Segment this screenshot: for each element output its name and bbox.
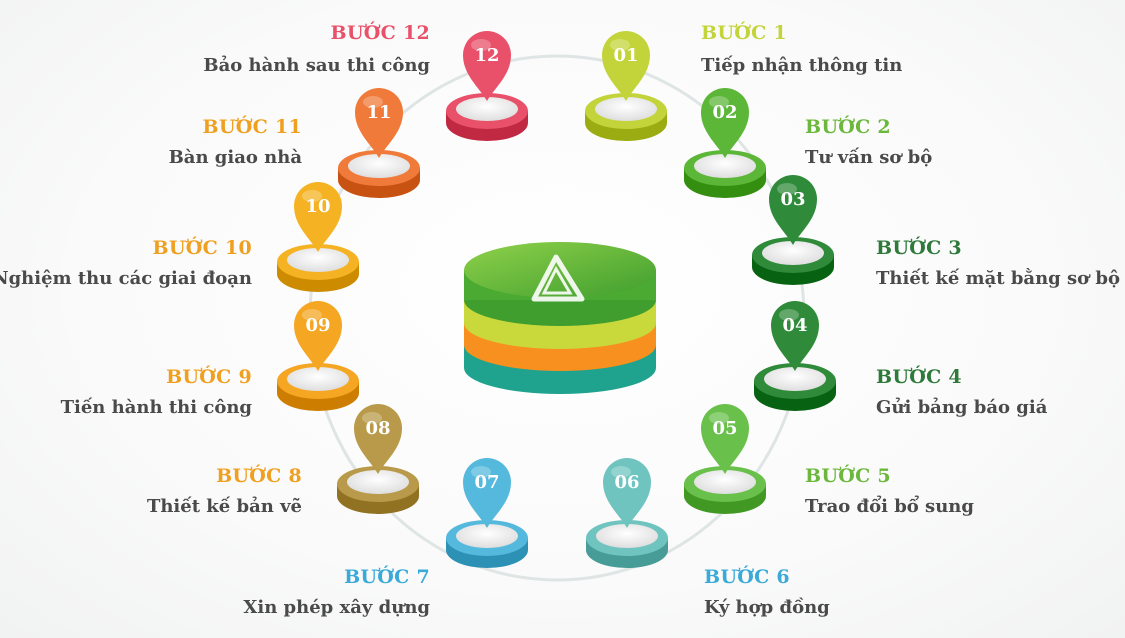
step-7-desc: Xin phép xây dựng <box>243 597 430 618</box>
step-5-label: BƯỚC 5 <box>805 465 891 487</box>
step-6-marker: 06 <box>586 458 668 568</box>
step-1-desc: Tiếp nhận thông tin <box>701 55 903 76</box>
step-6-number: 06 <box>614 472 639 493</box>
step-7-number: 07 <box>474 472 499 493</box>
process-diagram: 01 02 03 04 05 06 07 08 09 10 11 12 <box>277 31 836 582</box>
step-8-label: BƯỚC 8 <box>216 465 302 487</box>
step-7-marker: 07 <box>446 458 528 568</box>
step-3-desc: Thiết kế mặt bằng sơ bộ <box>876 268 1121 289</box>
step-2-marker: 02 <box>684 88 766 198</box>
step-6-desc: Ký hợp đồng <box>704 597 830 618</box>
step-10-label: BƯỚC 10 <box>152 237 252 259</box>
step-4-marker: 04 <box>754 301 836 411</box>
step-9-desc: Tiến hành thi công <box>60 397 252 418</box>
step-9-number: 09 <box>305 315 330 336</box>
step-4-number: 04 <box>782 315 807 336</box>
step-12-desc: Bảo hành sau thi công <box>203 55 430 76</box>
step-5-desc: Trao đổi bổ sung <box>805 496 974 517</box>
step-11-number: 11 <box>366 102 391 123</box>
step-2-label: BƯỚC 2 <box>805 116 891 138</box>
step-5-number: 05 <box>712 418 737 439</box>
step-10-number: 10 <box>305 196 330 217</box>
step-1-marker: 01 <box>585 31 667 141</box>
step-3-marker: 03 <box>752 175 834 285</box>
step-2-desc: Tư vấn sơ bộ <box>805 147 933 168</box>
step-4-label: BƯỚC 4 <box>876 366 962 388</box>
step-1-number: 01 <box>613 45 638 66</box>
step-8-number: 08 <box>365 418 390 439</box>
step-6-label: BƯỚC 6 <box>704 566 790 588</box>
step-12-label: BƯỚC 12 <box>330 22 430 44</box>
step-11-desc: Bàn giao nhà <box>168 147 302 168</box>
step-11-marker: 11 <box>338 88 420 198</box>
step-3-number: 03 <box>780 189 805 210</box>
step-12-number: 12 <box>474 45 499 66</box>
step-5-marker: 05 <box>684 404 766 514</box>
step-10-marker: 10 <box>277 182 359 292</box>
step-1-label: BƯỚC 1 <box>701 22 787 44</box>
center-cylinder <box>464 242 656 394</box>
step-2-number: 02 <box>712 102 737 123</box>
step-12-marker: 12 <box>446 31 528 141</box>
step-3-label: BƯỚC 3 <box>876 237 962 259</box>
step-7-label: BƯỚC 7 <box>344 566 430 588</box>
step-10-desc: Nghiệm thu các giai đoạn <box>0 268 252 289</box>
step-9-label: BƯỚC 9 <box>166 366 252 388</box>
step-9-marker: 09 <box>277 301 359 411</box>
step-8-desc: Thiết kế bản vẽ <box>146 496 302 517</box>
step-11-label: BƯỚC 11 <box>202 116 302 138</box>
step-4-desc: Gửi bảng báo giá <box>876 397 1048 418</box>
